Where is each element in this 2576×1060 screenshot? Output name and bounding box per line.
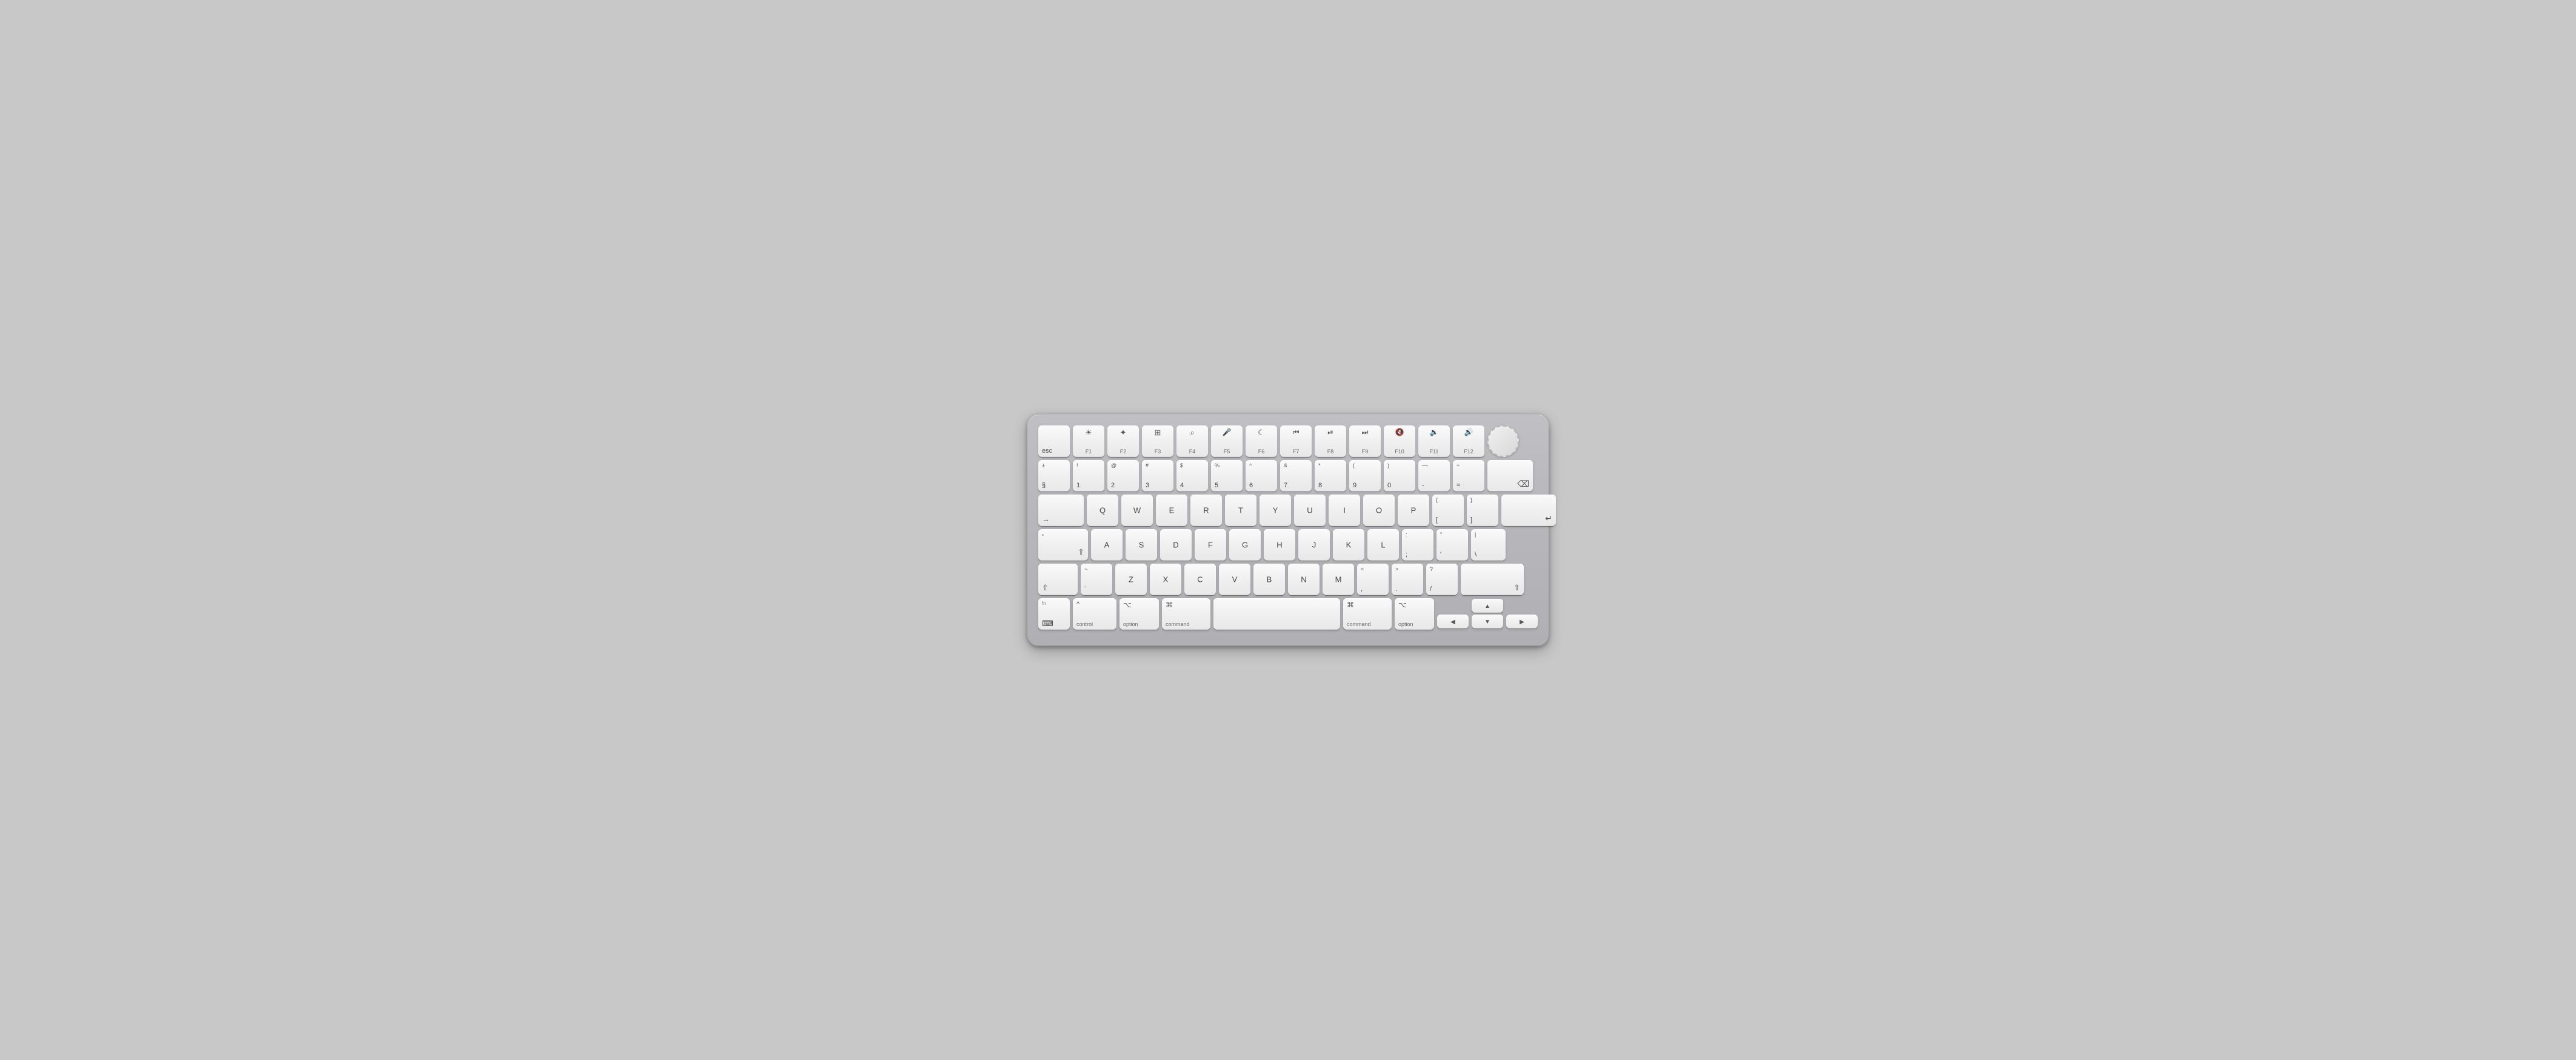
asdf-row: • ⇧ A S D F G H J K L : ; " ' | \: [1038, 529, 1538, 561]
key-6[interactable]: ^ 6: [1246, 460, 1277, 492]
key-right-shift[interactable]: ⇧: [1461, 564, 1524, 595]
key-g[interactable]: G: [1229, 529, 1261, 561]
key-m[interactable]: M: [1323, 564, 1354, 595]
key-e[interactable]: E: [1156, 495, 1187, 526]
key-v[interactable]: V: [1219, 564, 1250, 595]
key-rbracket[interactable]: } ]: [1467, 495, 1498, 526]
key-2[interactable]: @ 2: [1107, 460, 1139, 492]
key-right-option[interactable]: ⌥ option: [1395, 598, 1434, 630]
number-row: ± § ! 1 @ 2 # 3 $ 4 % 5 ^ 6 & 7: [1038, 460, 1538, 492]
key-minus[interactable]: — -: [1418, 460, 1450, 492]
key-c[interactable]: C: [1184, 564, 1216, 595]
key-5[interactable]: % 5: [1211, 460, 1243, 492]
key-f12[interactable]: 🔊 F12: [1453, 425, 1484, 457]
key-left-command[interactable]: ⌘ command: [1162, 598, 1210, 630]
keyboard: esc ☀ F1 ✦ F2 ⊞ F3 ⌕ F4 🎤 F5 ☾ F6 ⏮ F7: [1027, 415, 1549, 646]
key-p[interactable]: P: [1398, 495, 1429, 526]
key-z[interactable]: Z: [1115, 564, 1147, 595]
key-9[interactable]: ( 9: [1349, 460, 1381, 492]
fn-row: esc ☀ F1 ✦ F2 ⊞ F3 ⌕ F4 🎤 F5 ☾ F6 ⏮ F7: [1038, 425, 1538, 457]
key-left-arrow[interactable]: ◀: [1437, 615, 1469, 628]
key-backtick[interactable]: ~ `: [1081, 564, 1112, 595]
key-8[interactable]: * 8: [1315, 460, 1346, 492]
key-o[interactable]: O: [1363, 495, 1395, 526]
key-r[interactable]: R: [1190, 495, 1222, 526]
key-section[interactable]: ± §: [1038, 460, 1070, 492]
key-0[interactable]: ) 0: [1384, 460, 1415, 492]
key-quote[interactable]: " ': [1436, 529, 1468, 561]
arrow-keys: ▲ ◀ ▼ ▶: [1437, 599, 1538, 628]
key-d[interactable]: D: [1160, 529, 1192, 561]
key-comma[interactable]: < ,: [1357, 564, 1389, 595]
key-fn-globe[interactable]: fn ⌨: [1038, 598, 1070, 630]
key-right-command[interactable]: ⌘ command: [1343, 598, 1392, 630]
key-backslash[interactable]: | \: [1471, 529, 1506, 561]
key-b[interactable]: B: [1253, 564, 1285, 595]
key-dial[interactable]: [1487, 425, 1519, 457]
key-h[interactable]: H: [1264, 529, 1295, 561]
key-u[interactable]: U: [1294, 495, 1326, 526]
key-caps-lock[interactable]: • ⇧: [1038, 529, 1088, 561]
key-7[interactable]: & 7: [1280, 460, 1312, 492]
key-1[interactable]: ! 1: [1073, 460, 1104, 492]
key-return[interactable]: ↵: [1501, 495, 1556, 526]
key-f10[interactable]: 🔇 F10: [1384, 425, 1415, 457]
key-f9[interactable]: ⏭ F9: [1349, 425, 1381, 457]
key-f3[interactable]: ⊞ F3: [1142, 425, 1173, 457]
key-f[interactable]: F: [1195, 529, 1226, 561]
key-j[interactable]: J: [1298, 529, 1330, 561]
key-lbracket[interactable]: { [: [1432, 495, 1464, 526]
key-f11[interactable]: 🔉 F11: [1418, 425, 1450, 457]
key-equals[interactable]: + =: [1453, 460, 1484, 492]
key-up-arrow[interactable]: ▲: [1472, 599, 1503, 613]
key-l[interactable]: L: [1367, 529, 1399, 561]
key-slash[interactable]: ? /: [1426, 564, 1458, 595]
key-a[interactable]: A: [1091, 529, 1123, 561]
key-period[interactable]: > .: [1392, 564, 1423, 595]
key-q[interactable]: Q: [1087, 495, 1118, 526]
qwerty-row: → Q W E R T Y U I O P { [ } ] ↵: [1038, 495, 1538, 526]
key-control[interactable]: ^ control: [1073, 598, 1116, 630]
key-down-arrow[interactable]: ▼: [1472, 615, 1503, 628]
zxcv-row: ⇧ ~ ` Z X C V B N M < , > . ? / ⇧: [1038, 564, 1538, 595]
key-3[interactable]: # 3: [1142, 460, 1173, 492]
key-y[interactable]: Y: [1260, 495, 1291, 526]
key-n[interactable]: N: [1288, 564, 1320, 595]
key-f8[interactable]: ⏯ F8: [1315, 425, 1346, 457]
key-backspace[interactable]: ⌫: [1487, 460, 1533, 492]
key-spacebar[interactable]: [1213, 598, 1340, 630]
key-w[interactable]: W: [1121, 495, 1153, 526]
key-esc[interactable]: esc: [1038, 425, 1070, 457]
key-f1[interactable]: ☀ F1: [1073, 425, 1104, 457]
bottom-row: fn ⌨ ^ control ⌥ option ⌘ command ⌘ comm…: [1038, 598, 1538, 630]
key-4[interactable]: $ 4: [1176, 460, 1208, 492]
key-i[interactable]: I: [1329, 495, 1360, 526]
key-s[interactable]: S: [1126, 529, 1157, 561]
key-left-shift[interactable]: ⇧: [1038, 564, 1078, 595]
key-t[interactable]: T: [1225, 495, 1256, 526]
key-f7[interactable]: ⏮ F7: [1280, 425, 1312, 457]
key-f5[interactable]: 🎤 F5: [1211, 425, 1243, 457]
key-semicolon[interactable]: : ;: [1402, 529, 1433, 561]
key-left-option[interactable]: ⌥ option: [1119, 598, 1159, 630]
key-f2[interactable]: ✦ F2: [1107, 425, 1139, 457]
key-k[interactable]: K: [1333, 529, 1364, 561]
key-f6[interactable]: ☾ F6: [1246, 425, 1277, 457]
key-tab[interactable]: →: [1038, 495, 1084, 526]
key-right-arrow[interactable]: ▶: [1506, 615, 1538, 628]
key-f4[interactable]: ⌕ F4: [1176, 425, 1208, 457]
key-x[interactable]: X: [1150, 564, 1181, 595]
